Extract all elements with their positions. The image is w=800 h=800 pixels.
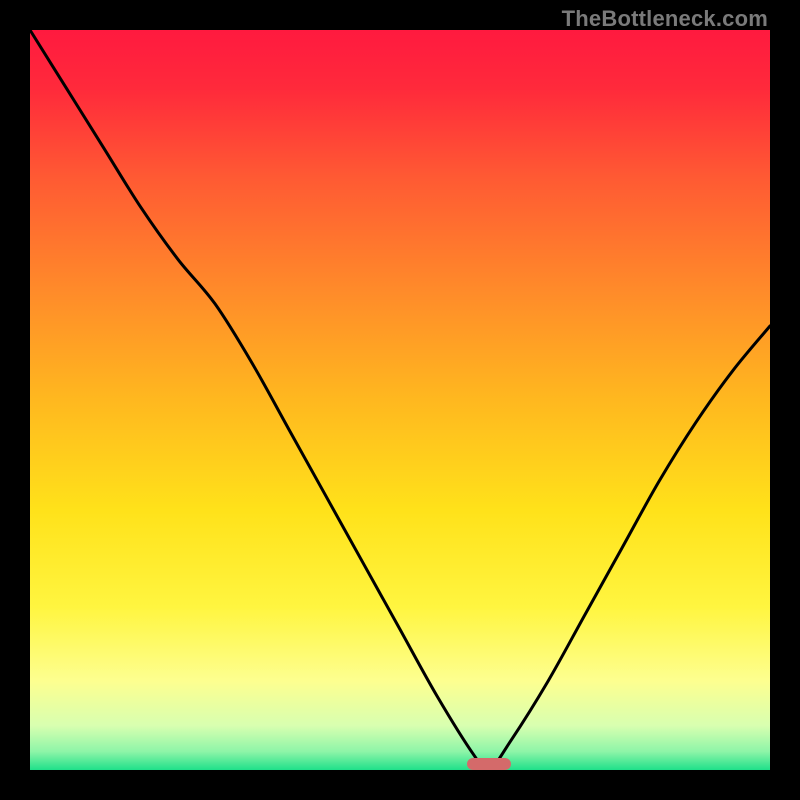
chart-frame: TheBottleneck.com bbox=[0, 0, 800, 800]
watermark-text: TheBottleneck.com bbox=[562, 6, 768, 32]
optimal-region-marker bbox=[467, 758, 511, 770]
plot-area bbox=[30, 30, 770, 770]
bottleneck-curve bbox=[30, 30, 770, 770]
